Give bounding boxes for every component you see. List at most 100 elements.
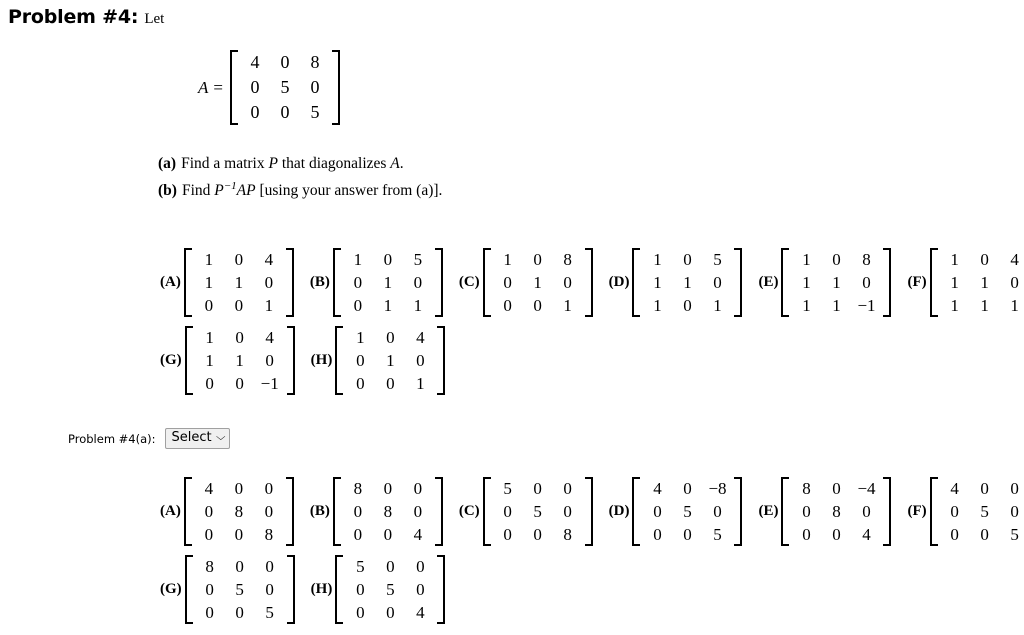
matrix-cell: 0	[265, 580, 274, 599]
matrix-cell: 0	[503, 296, 512, 315]
answer-option-tag: (E)	[758, 503, 779, 519]
matrix-cell: 1	[1010, 296, 1019, 315]
matrix-right-bracket	[285, 477, 294, 546]
part-b-var-p: P	[214, 182, 224, 200]
answer-option[interactable]: (H) 5 0 0 0 5 0 0 0 4	[311, 555, 446, 624]
problem-parts: (a) Find a matrix P that diagonalizes A. …	[158, 153, 442, 202]
matrix-cell: 0	[386, 603, 395, 622]
matrix-cell: 0	[862, 273, 871, 292]
answer-option[interactable]: (A) 1 0 4 1 1 0 0 0 1	[160, 248, 294, 317]
matrix-cell: 4	[264, 250, 274, 269]
matrix-cell: 1	[353, 250, 363, 269]
part-a-text-3: .	[399, 155, 404, 172]
matrix-cell: 1	[713, 296, 722, 315]
matrix-cell: 5	[713, 250, 722, 269]
matrix: 1 0 4 1 1 0 1 1 1	[929, 248, 1024, 317]
answer-option[interactable]: (F) 4 0 0 0 5 0 0 0 5	[907, 477, 1024, 546]
matrix: 1 0 4 1 1 0 0 0 1	[183, 248, 294, 317]
matrix-body: 1 0 8 0 1 0 0 0 1	[493, 248, 583, 317]
answer-option[interactable]: (D) 1 0 5 1 1 0 1 0 1	[609, 248, 743, 317]
matrix-cell: 1	[383, 296, 393, 315]
matrix-body: 5 0 0 0 5 0 0 0 4	[345, 555, 435, 624]
matrix-cell: 8	[234, 502, 244, 521]
matrix-cell: 5	[235, 580, 244, 599]
matrix-row: 1 0 5	[343, 248, 433, 271]
answer-option[interactable]: (E) 1 0 8 1 1 0 1 1 −1	[758, 248, 892, 317]
matrix-row: 1 0 8	[791, 248, 881, 271]
matrix-cell: −4	[857, 479, 876, 498]
matrix-cell: 0	[1010, 479, 1019, 498]
answer-select-value: Select	[171, 430, 212, 445]
matrix-right-bracket	[331, 50, 340, 125]
matrix-left-bracket	[332, 248, 341, 317]
matrix-cell: −1	[260, 374, 279, 393]
answer-option[interactable]: (C) 5 0 0 0 5 0 0 0 8	[459, 477, 593, 546]
matrix-cell: 1	[802, 250, 811, 269]
matrix-right-bracket	[286, 555, 295, 624]
matrix-cell: 0	[503, 273, 512, 292]
matrix-row: 1 1 −1	[791, 294, 881, 317]
matrix-row: 0 0 5	[940, 523, 1024, 546]
matrix-body: 1 0 4 1 1 0 1 1 1	[940, 248, 1024, 317]
answer-select-dropdown[interactable]: Select ⌵	[164, 428, 231, 449]
matrix-cell: 0	[383, 479, 393, 498]
matrix-row: 0 0 5	[642, 523, 732, 546]
answer-option[interactable]: (C) 1 0 8 0 1 0 0 0 1	[459, 248, 593, 317]
answer-option[interactable]: (A) 4 0 0 0 8 0 0 0 8	[160, 477, 294, 546]
matrix-cell: 8	[832, 502, 841, 521]
matrix-cell: 1	[653, 296, 662, 315]
answer-option-tag: (E)	[758, 274, 779, 290]
answer-option[interactable]: (G) 1 0 4 1 1 0 0 0 −1	[160, 326, 295, 395]
matrix-cell: 1	[235, 351, 244, 370]
matrix-cell: 0	[386, 328, 395, 347]
matrix-cell: 1	[205, 328, 214, 347]
matrix-cell: 0	[416, 351, 425, 370]
matrix: 105010011	[332, 248, 443, 317]
matrix-cell: 1	[683, 273, 692, 292]
matrix: 4 0 0 0 5 0 0 0 5	[929, 477, 1024, 546]
matrix-right-bracket	[883, 248, 892, 317]
answer-option[interactable]: (E) 8 0 −4 0 8 0 0 0 4	[758, 477, 892, 546]
answer-option-tag: (C)	[458, 503, 480, 519]
matrix-cell: 0	[653, 525, 662, 544]
matrix-cell: 0	[563, 502, 572, 521]
part-a-tag: (a)	[158, 155, 177, 172]
matrix-left-bracket	[482, 477, 491, 546]
matrix: 5 0 0 0 5 0 0 0 8	[482, 477, 593, 546]
matrix-cell: −1	[857, 296, 876, 315]
matrix-row: 8 0 −4	[791, 477, 881, 500]
matrix-row: 1 1 1	[940, 294, 1024, 317]
answer-option-tag: (B)	[309, 274, 330, 290]
matrix-cell: 0	[204, 525, 214, 544]
matrix-cell: 8	[353, 479, 363, 498]
matrix-cell: 5	[503, 479, 512, 498]
matrix-cell: 0	[250, 102, 260, 122]
answer-option[interactable]: (H) 1 0 4 0 1 0 0 0 1	[311, 326, 446, 395]
matrix-body: 1 0 4 1 1 0 0 0 −1	[195, 326, 285, 395]
answer-option[interactable]: (G) 8 0 0 0 5 0 0 0 5	[160, 555, 295, 624]
matrix-row: 4 0 −8	[642, 477, 732, 500]
answer-option-tag: (G)	[160, 352, 182, 368]
matrix-cell: 0	[413, 502, 423, 521]
answer-option[interactable]: (F) 1 0 4 1 1 0 1 1 1	[907, 248, 1024, 317]
matrix-right-bracket	[437, 326, 446, 395]
matrix-cell: 0	[683, 525, 692, 544]
answer-option[interactable]: (D) 4 0 −8 0 5 0 0 0 5	[609, 477, 743, 546]
matrix-cell: 0	[386, 374, 395, 393]
chevron-down-icon: ⌵	[215, 432, 226, 443]
matrix-cell: 1	[950, 250, 959, 269]
matrix-cell: 0	[356, 580, 365, 599]
answer-option[interactable]: (B) 8 0 0 0 8 0 0 0 4	[310, 477, 443, 546]
part-b-var-ap: AP	[236, 182, 256, 200]
problem-4a-answer-control: Problem #4(a): Select ⌵	[68, 428, 231, 449]
matrix-cell: 5	[356, 557, 365, 576]
matrix-cell: 0	[204, 296, 214, 315]
matrix-cell: 0	[264, 479, 274, 498]
answer-option[interactable]: (B) 1 0 5 0 1 0 0 1 1	[310, 248, 443, 317]
matrix-cell: 0	[832, 479, 841, 498]
answer-options-part-a: (A) 1 0 4 1 1 0 0 0 1 (B) 1 0 5 0 1 0 0 1 1 (C) 1 0 8 0 1 0 0 0 1 (D) 1…	[0, 248, 1024, 395]
matrix-cell: 1	[533, 273, 542, 292]
matrix-cell: 8	[310, 52, 320, 72]
matrix-row: 8 0 0	[195, 555, 285, 578]
matrix-left-bracket	[632, 477, 641, 546]
